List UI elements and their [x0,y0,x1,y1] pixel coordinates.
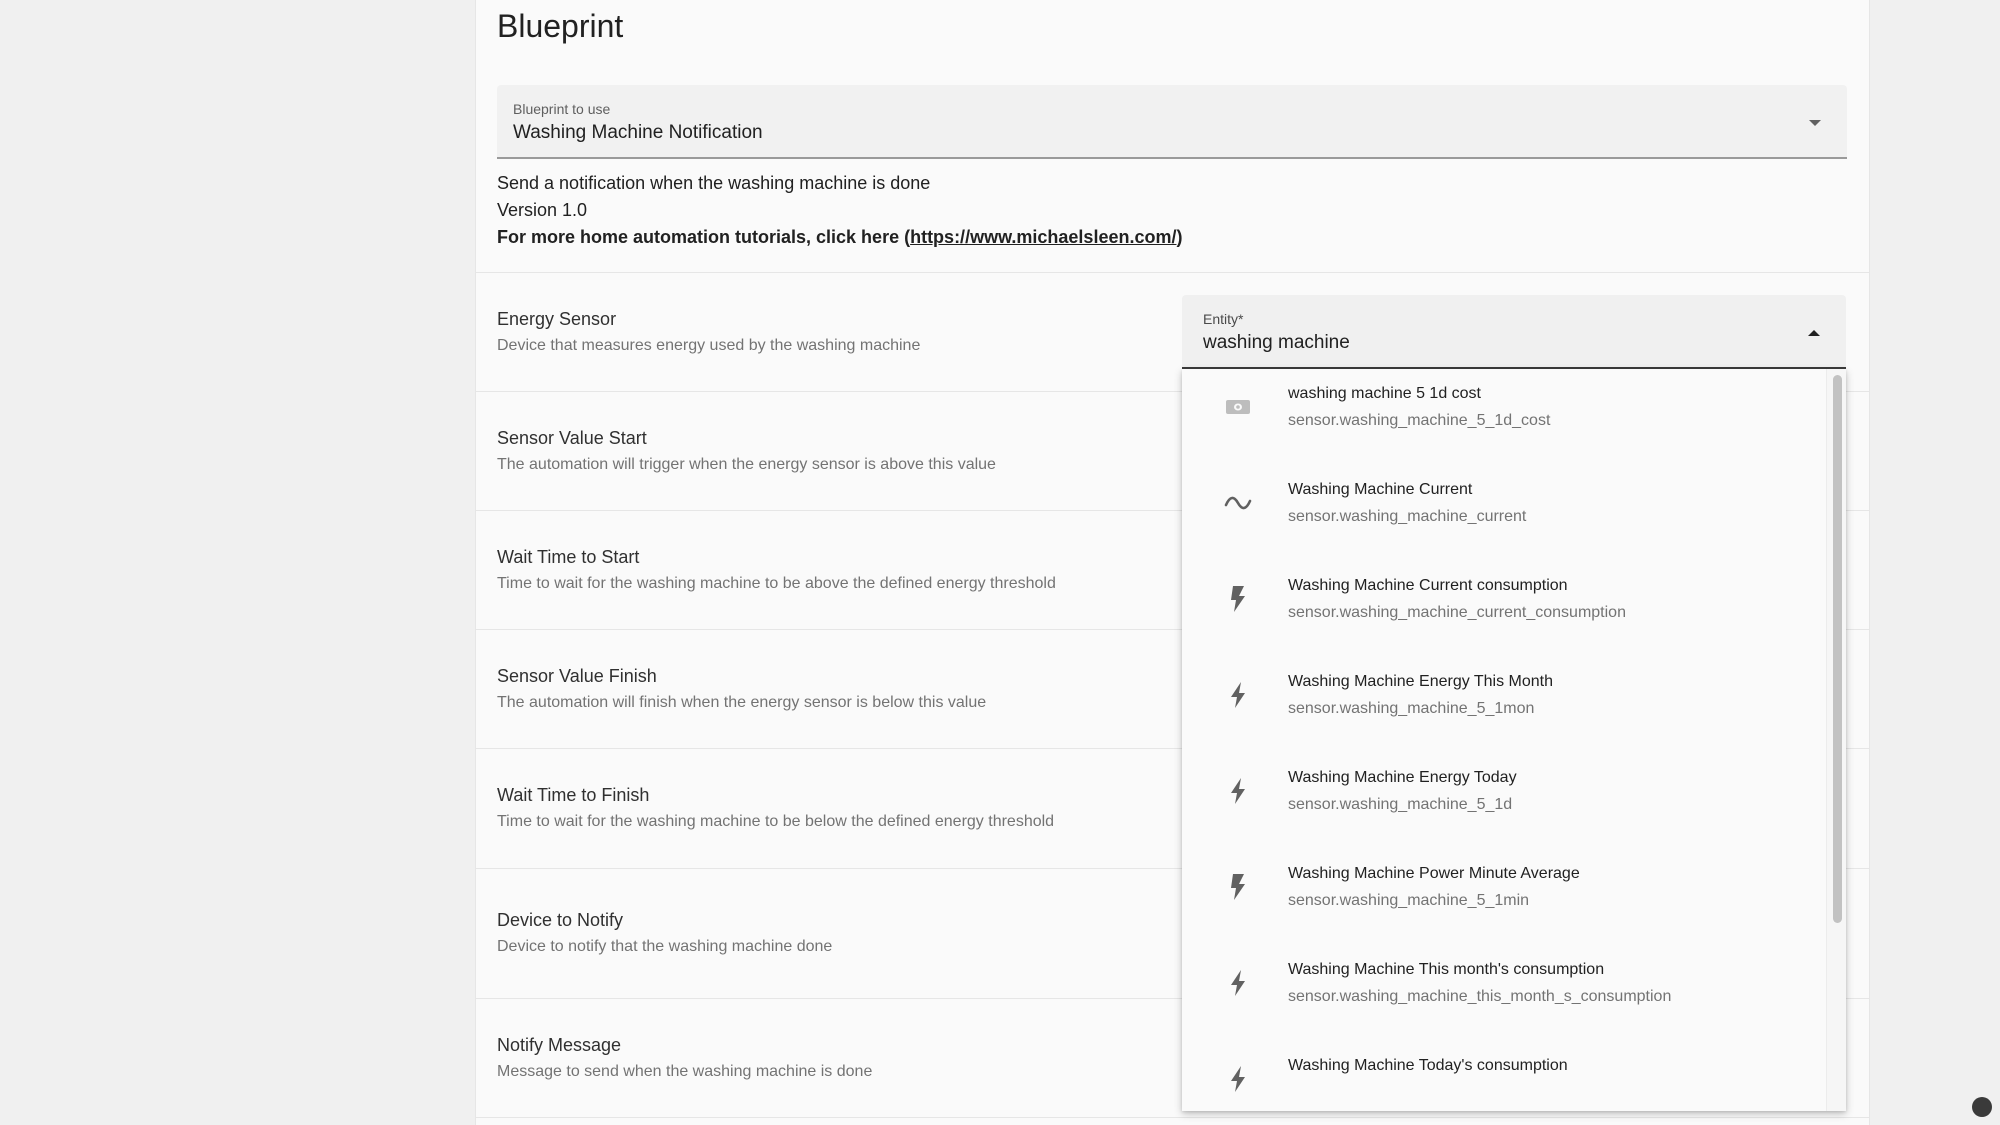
input-title: Device to Notify [497,910,624,930]
input-description: Device that measures energy used by the … [497,337,921,354]
tutorial-line: For more home automation tutorials, clic… [497,224,1182,251]
blueprint-select-value: Washing Machine Notification [513,122,763,143]
entity-option-name: Washing Machine Current consumption [1288,577,1568,594]
flash-icon [1231,586,1245,612]
input-description: The automation will finish when the ener… [497,694,987,711]
entity-option[interactable]: Washing Machine This month's consumption… [1182,945,1827,1041]
input-description: Time to wait for the washing machine to … [497,575,1056,592]
input-title: Sensor Value Finish [497,666,657,686]
input-title: Sensor Value Start [497,428,647,448]
flash-icon [1231,778,1245,804]
extension-icon[interactable] [1972,1097,1992,1117]
divider [476,272,1869,273]
entity-picker-value[interactable]: washing machine [1203,332,1350,354]
input-row-sensor-value-finish: Sensor Value Finish The automation will … [497,664,986,714]
input-description: Message to send when the washing machine… [497,1063,873,1080]
entity-option[interactable]: Washing Machine Power Minute Average sen… [1182,849,1827,945]
input-title: Notify Message [497,1035,622,1055]
input-row-wait-time-start: Wait Time to Start Time to wait for the … [497,545,1056,595]
input-title: Wait Time to Start [497,547,640,567]
input-row-device-to-notify: Device to Notify Device to notify that t… [497,908,832,958]
entity-option-name: washing machine 5 1d cost [1288,385,1481,402]
entity-picker-label: Entity* [1203,311,1244,327]
divider [476,1117,1869,1118]
entity-option[interactable]: Washing Machine Current consumption sens… [1182,561,1827,657]
entity-option[interactable]: washing machine 5 1d cost sensor.washing… [1182,369,1827,465]
entity-option-name: Washing Machine Energy This Month [1288,673,1554,690]
input-row-wait-time-finish: Wait Time to Finish Time to wait for the… [497,783,1054,833]
flash-icon [1231,874,1245,900]
entity-option[interactable]: Washing Machine Current sensor.washing_m… [1182,465,1827,561]
entity-option-name: Washing Machine This month's consumption [1288,961,1605,978]
cash-icon [1226,400,1250,414]
current-ac-icon [1224,496,1252,510]
entity-option[interactable]: Washing Machine Today's consumption [1182,1041,1827,1111]
card-title: Blueprint [497,8,624,44]
entity-option[interactable]: Washing Machine Energy This Month sensor… [1182,657,1827,753]
dropdown-scrollbar[interactable] [1826,369,1846,1111]
blueprint-description: Send a notification when the washing mac… [497,170,1182,251]
chevron-up-icon[interactable] [1808,330,1820,336]
chevron-down-icon[interactable] [1809,120,1821,126]
input-row-energy-sensor: Energy Sensor Device that measures energ… [497,307,920,357]
input-description: Device to notify that the washing machin… [497,938,833,955]
tutorial-suffix: ) [1176,227,1183,247]
entity-option-name: Washing Machine Power Minute Average [1288,865,1580,882]
scrollbar-thumb[interactable] [1833,375,1842,923]
entity-option-name: Washing Machine Today's consumption [1288,1057,1568,1074]
input-row-sensor-value-start: Sensor Value Start The automation will t… [497,426,996,476]
entity-option-id: sensor.washing_machine_5_1d [1288,796,1513,813]
input-title: Energy Sensor [497,309,617,329]
flash-icon [1231,970,1245,996]
description-text: Send a notification when the washing mac… [497,173,931,193]
entity-option-name: Washing Machine Energy Today [1288,769,1517,786]
input-title: Wait Time to Finish [497,785,650,805]
entity-option[interactable]: Washing Machine Energy Today sensor.wash… [1182,753,1827,849]
tutorial-prefix: For more home automation tutorials, clic… [497,227,911,247]
version-text: Version 1.0 [497,200,588,220]
entity-option-id: sensor.washing_machine_current [1288,508,1527,525]
entity-option-id: sensor.washing_machine_5_1d_cost [1288,412,1551,429]
entity-option-name: Washing Machine Current [1288,481,1473,498]
entity-option-id: sensor.washing_machine_5_1min [1288,892,1530,909]
flash-icon [1231,1066,1245,1092]
input-description: Time to wait for the washing machine to … [497,813,1055,830]
input-description: The automation will trigger when the ene… [497,456,996,473]
entity-option-id: sensor.washing_machine_current_consumpti… [1288,604,1626,621]
tutorial-link[interactable]: https://www.michaelsleen.com/ [910,227,1176,247]
entity-option-id: sensor.washing_machine_this_month_s_cons… [1288,988,1672,1005]
flash-icon [1231,682,1245,708]
entity-dropdown-list: washing machine 5 1d cost sensor.washing… [1182,369,1846,1111]
blueprint-select-label: Blueprint to use [513,101,611,117]
entity-picker-input[interactable]: Entity* washing machine [1182,295,1846,369]
blueprint-select[interactable]: Blueprint to use Washing Machine Notific… [497,85,1847,159]
input-row-notify-message: Notify Message Message to send when the … [497,1033,872,1083]
entity-option-id: sensor.washing_machine_5_1mon [1288,700,1535,717]
